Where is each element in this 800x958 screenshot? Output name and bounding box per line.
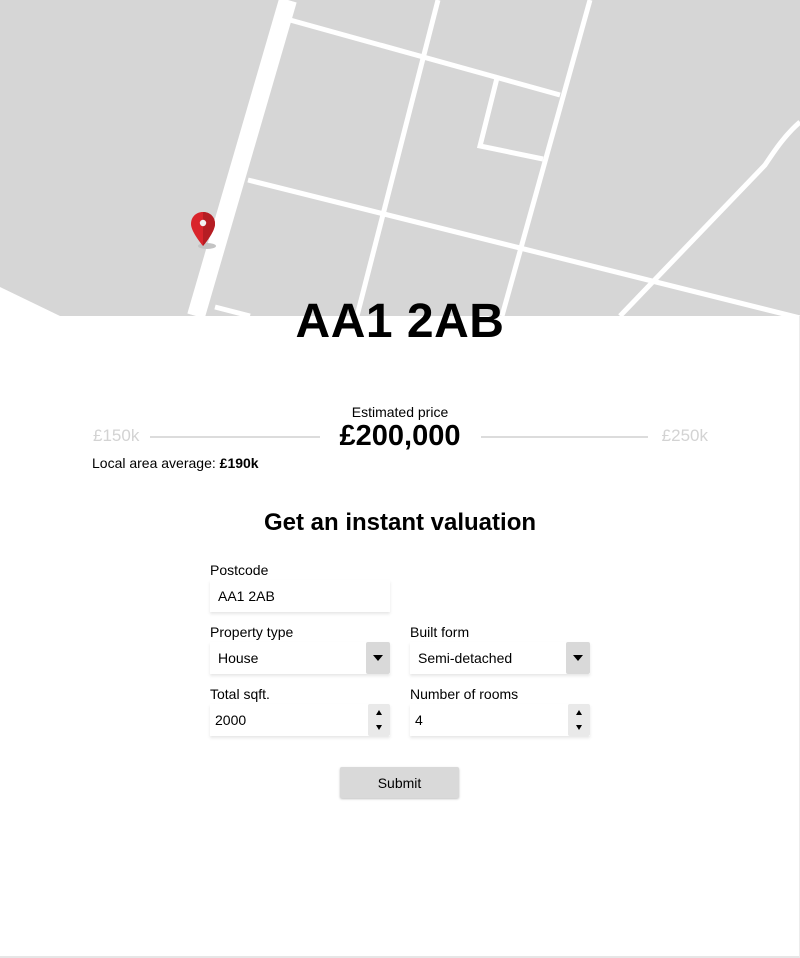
map[interactable] bbox=[0, 0, 800, 316]
rooms-label: Number of rooms bbox=[410, 686, 519, 702]
local-average-value: £190k bbox=[219, 455, 259, 471]
map-pin-icon[interactable] bbox=[189, 210, 219, 252]
local-area-average: Local area average: £190k bbox=[92, 455, 259, 471]
local-average-label: Local area average: bbox=[92, 455, 216, 471]
postcode-heading: AA1 2AB bbox=[295, 295, 505, 348]
decrement-icon[interactable] bbox=[368, 720, 390, 736]
total-sqft-label: Total sqft. bbox=[210, 686, 270, 702]
increment-icon[interactable] bbox=[568, 704, 590, 720]
postcode-field: Postcode AA1 2AB bbox=[210, 562, 390, 612]
submit-button[interactable]: Submit bbox=[340, 767, 459, 798]
property-type-label: Property type bbox=[210, 624, 294, 640]
range-line-right bbox=[481, 436, 648, 438]
property-type-value: House bbox=[218, 650, 259, 666]
postcode-input[interactable]: AA1 2AB bbox=[210, 580, 390, 612]
chevron-down-icon[interactable] bbox=[366, 642, 390, 674]
range-line-left bbox=[150, 436, 320, 438]
built-form-label: Built form bbox=[410, 624, 470, 640]
property-type-select[interactable]: House bbox=[210, 642, 390, 674]
postcode-label: Postcode bbox=[210, 562, 269, 578]
rooms-value: 4 bbox=[415, 712, 423, 728]
total-sqft-field: Total sqft. 2000 bbox=[210, 686, 390, 736]
price-estimate: Estimated price £200,000 £150k £250k Loc… bbox=[0, 400, 800, 480]
range-high: £250k bbox=[661, 426, 708, 445]
rooms-stepper[interactable] bbox=[568, 704, 590, 736]
total-sqft-value: 2000 bbox=[215, 712, 247, 728]
increment-icon[interactable] bbox=[368, 704, 390, 720]
total-sqft-stepper[interactable] bbox=[368, 704, 390, 736]
map-roads bbox=[0, 0, 800, 316]
form-title: Get an instant valuation bbox=[263, 509, 537, 536]
chevron-down-icon[interactable] bbox=[566, 642, 590, 674]
built-form-value: Semi-detached bbox=[418, 650, 513, 666]
decrement-icon[interactable] bbox=[568, 720, 590, 736]
rooms-field: Number of rooms 4 bbox=[410, 686, 590, 736]
rooms-input[interactable]: 4 bbox=[410, 704, 590, 736]
range-low: £150k bbox=[93, 426, 140, 445]
total-sqft-input[interactable]: 2000 bbox=[210, 704, 390, 736]
built-form-select[interactable]: Semi-detached bbox=[410, 642, 590, 674]
property-type-field: Property type House bbox=[210, 624, 390, 674]
built-form-field: Built form Semi-detached bbox=[410, 624, 590, 674]
